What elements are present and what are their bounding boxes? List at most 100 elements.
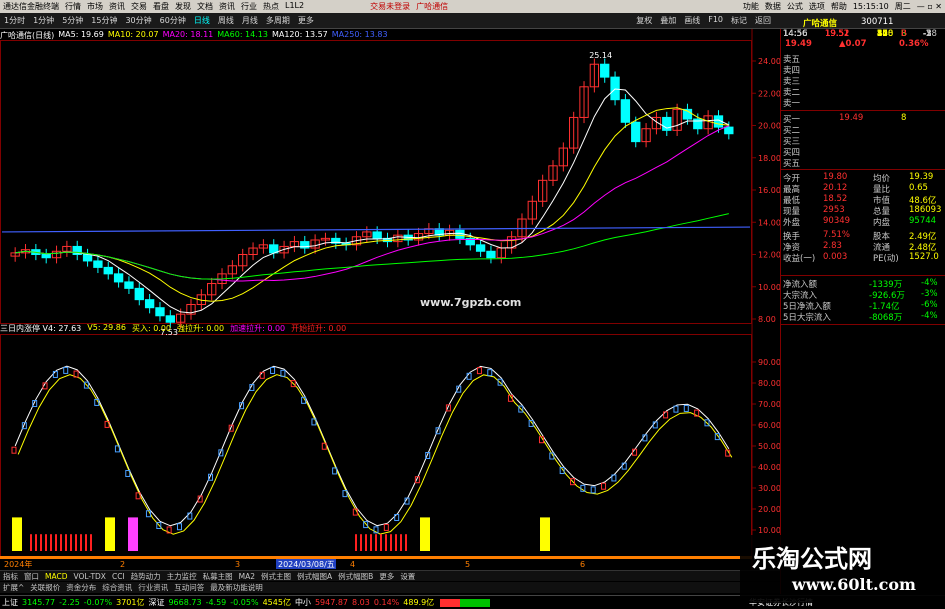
period-tab[interactable]: 15分钟 — [87, 15, 121, 26]
date-mark: 4 — [350, 560, 355, 569]
ind-tick-label: 90.00 — [758, 358, 780, 367]
indicator-line-v5 — [17, 374, 733, 535]
sh-change: -2.25 — [59, 598, 80, 607]
chart-tool-button[interactable]: 复权 — [632, 15, 656, 26]
top-menu-item[interactable]: 数据 — [762, 1, 784, 12]
signal-tick — [395, 534, 397, 551]
indicator-box — [673, 405, 679, 413]
signal-bar — [420, 517, 430, 551]
stat-row: 外盘 90349 内盘 95744 — [781, 216, 945, 228]
menu-item[interactable]: 行情 — [62, 1, 84, 12]
chart-tool-button[interactable]: 返回 — [751, 15, 775, 26]
top-menu-item[interactable]: 公式 — [784, 1, 806, 12]
signal-tick — [390, 534, 392, 551]
signal-tick — [365, 534, 367, 551]
indicator-tab[interactable]: 指标 — [0, 571, 21, 582]
candle-body — [144, 299, 155, 309]
chart-tool-button[interactable]: 标记 — [727, 15, 751, 26]
indicator-tab[interactable]: 例式幅图A — [294, 571, 335, 582]
top-menu-item[interactable]: 功能 — [740, 1, 762, 12]
indicator-tab[interactable]: 主力监控 — [164, 571, 200, 582]
date-mark: 3 — [235, 560, 240, 569]
window-controls[interactable]: — ▫ ✕ — [914, 2, 945, 11]
indicator-tab[interactable]: 设置 — [397, 571, 418, 582]
bid-price: 19.49 — [839, 113, 864, 123]
bid-label: 买五 — [783, 159, 801, 169]
indicator-tab[interactable]: MA2 — [236, 572, 258, 581]
indicator-tab[interactable]: 私募主图 — [200, 571, 236, 582]
chart-tool-button[interactable]: 叠加 — [656, 15, 680, 26]
menu-item[interactable]: 热点 — [260, 1, 282, 12]
signal-tick — [370, 534, 372, 551]
zx-name: 中小 — [294, 598, 311, 607]
indicator-tab[interactable]: VOL-TDX — [70, 572, 108, 581]
price-change: ▲0.07 — [839, 39, 867, 49]
menu-item[interactable]: 资讯 — [216, 1, 238, 12]
indicator-box — [601, 482, 607, 490]
market-breadth-bar — [440, 598, 491, 607]
ind-tick-label: 30.00 — [758, 484, 780, 493]
period-tab[interactable]: 周线 — [214, 15, 238, 26]
watermark-site: www.7gpzb.com — [420, 296, 522, 309]
indicator-tab[interactable]: 窗口 — [21, 571, 42, 582]
indicator-legend-item: 开始拉升: 0.00 — [291, 324, 347, 333]
extension-tab[interactable]: 扩展^ — [0, 582, 27, 593]
price-tick-label: 24.00 — [758, 57, 780, 66]
period-tab[interactable]: 5分钟 — [58, 15, 87, 26]
period-tab[interactable]: 30分钟 — [121, 15, 155, 26]
top-menu-item[interactable]: 选项 — [806, 1, 828, 12]
period-tab[interactable]: 1分时 — [0, 15, 29, 26]
extension-tab[interactable]: 行业资讯 — [135, 582, 171, 593]
period-tab[interactable]: 1分钟 — [29, 15, 58, 26]
indicator-legend: 三日内涨停 V4: 27.63 V5: 29.86 买入: 0.00 強拉升: 0.0… — [0, 323, 752, 334]
extension-tab[interactable]: 互动问答 — [171, 582, 207, 593]
date-cursor-label: 2024/03/08/五 — [278, 560, 335, 569]
indicator-tab[interactable]: 更多 — [376, 571, 397, 582]
extension-tab[interactable]: 综合资讯 — [99, 582, 135, 593]
extension-tab[interactable]: 关联报价 — [27, 582, 63, 593]
extension-tab[interactable]: 资金分布 — [63, 582, 99, 593]
menu-item[interactable]: 交易 — [128, 1, 150, 12]
indicator-tab[interactable]: 例式幅图B — [335, 571, 376, 582]
indicator-box — [176, 523, 182, 531]
ind-tick-label: 10.00 — [758, 526, 780, 535]
menu-item[interactable]: 资讯 — [106, 1, 128, 12]
candle-body — [610, 76, 620, 101]
menu-item[interactable]: 行业 — [238, 1, 260, 12]
price-pct: 0.36% — [899, 39, 929, 49]
sz-pct: -0.05% — [230, 598, 259, 607]
indicator-tab[interactable]: CCI — [109, 572, 128, 581]
chart-tool-button[interactable]: F10 — [704, 15, 727, 26]
stat-row: 换手 7.51% 股本 2.49亿 — [781, 230, 945, 242]
indicator-tab[interactable]: 例式主图 — [258, 571, 294, 582]
indicator-box — [270, 366, 276, 374]
chart-tool-button[interactable]: 画线 — [680, 15, 704, 26]
menu-item[interactable]: 市场 — [84, 1, 106, 12]
current-stock-title: 广哈通信 — [416, 2, 449, 11]
period-tab[interactable]: 更多 — [294, 15, 318, 26]
stat-value: 0.003 — [823, 252, 848, 262]
top-menu-item[interactable]: 帮助 — [828, 1, 850, 12]
ask-row: 卖五 — [781, 53, 945, 65]
indicator-tab[interactable]: MACD — [42, 572, 70, 581]
candle-body — [113, 273, 124, 283]
indicator-tab[interactable]: 趋势动力 — [128, 571, 164, 582]
stock-name: 广哈通信 — [803, 19, 838, 29]
menu-item[interactable]: 看盘 — [150, 1, 172, 12]
period-tab[interactable]: 日线 — [190, 15, 214, 26]
login-status[interactable]: 交易未登录 — [367, 1, 413, 12]
period-tab[interactable]: 多周期 — [262, 15, 294, 26]
period-tab[interactable]: 月线 — [238, 15, 262, 26]
candle-body — [475, 244, 486, 252]
menu-item[interactable]: L1L2 — [282, 1, 307, 12]
extension-tab[interactable]: 最及新功能说明 — [207, 582, 266, 593]
menu-item[interactable]: 发现 — [172, 1, 194, 12]
ask-row: 卖一 — [781, 97, 945, 109]
kline-chart-area[interactable]: 24.00 22.00 20.00 18.00 16.00 14.00 12.00 10.00… — [0, 29, 780, 570]
stats-divider — [781, 169, 945, 170]
clock: 15:15:10 — [852, 2, 889, 11]
date-mark: 6 — [580, 560, 585, 569]
period-tab[interactable]: 60分钟 — [156, 15, 190, 26]
menu-item[interactable]: 文档 — [194, 1, 216, 12]
ask-row: 卖三 — [781, 75, 945, 87]
